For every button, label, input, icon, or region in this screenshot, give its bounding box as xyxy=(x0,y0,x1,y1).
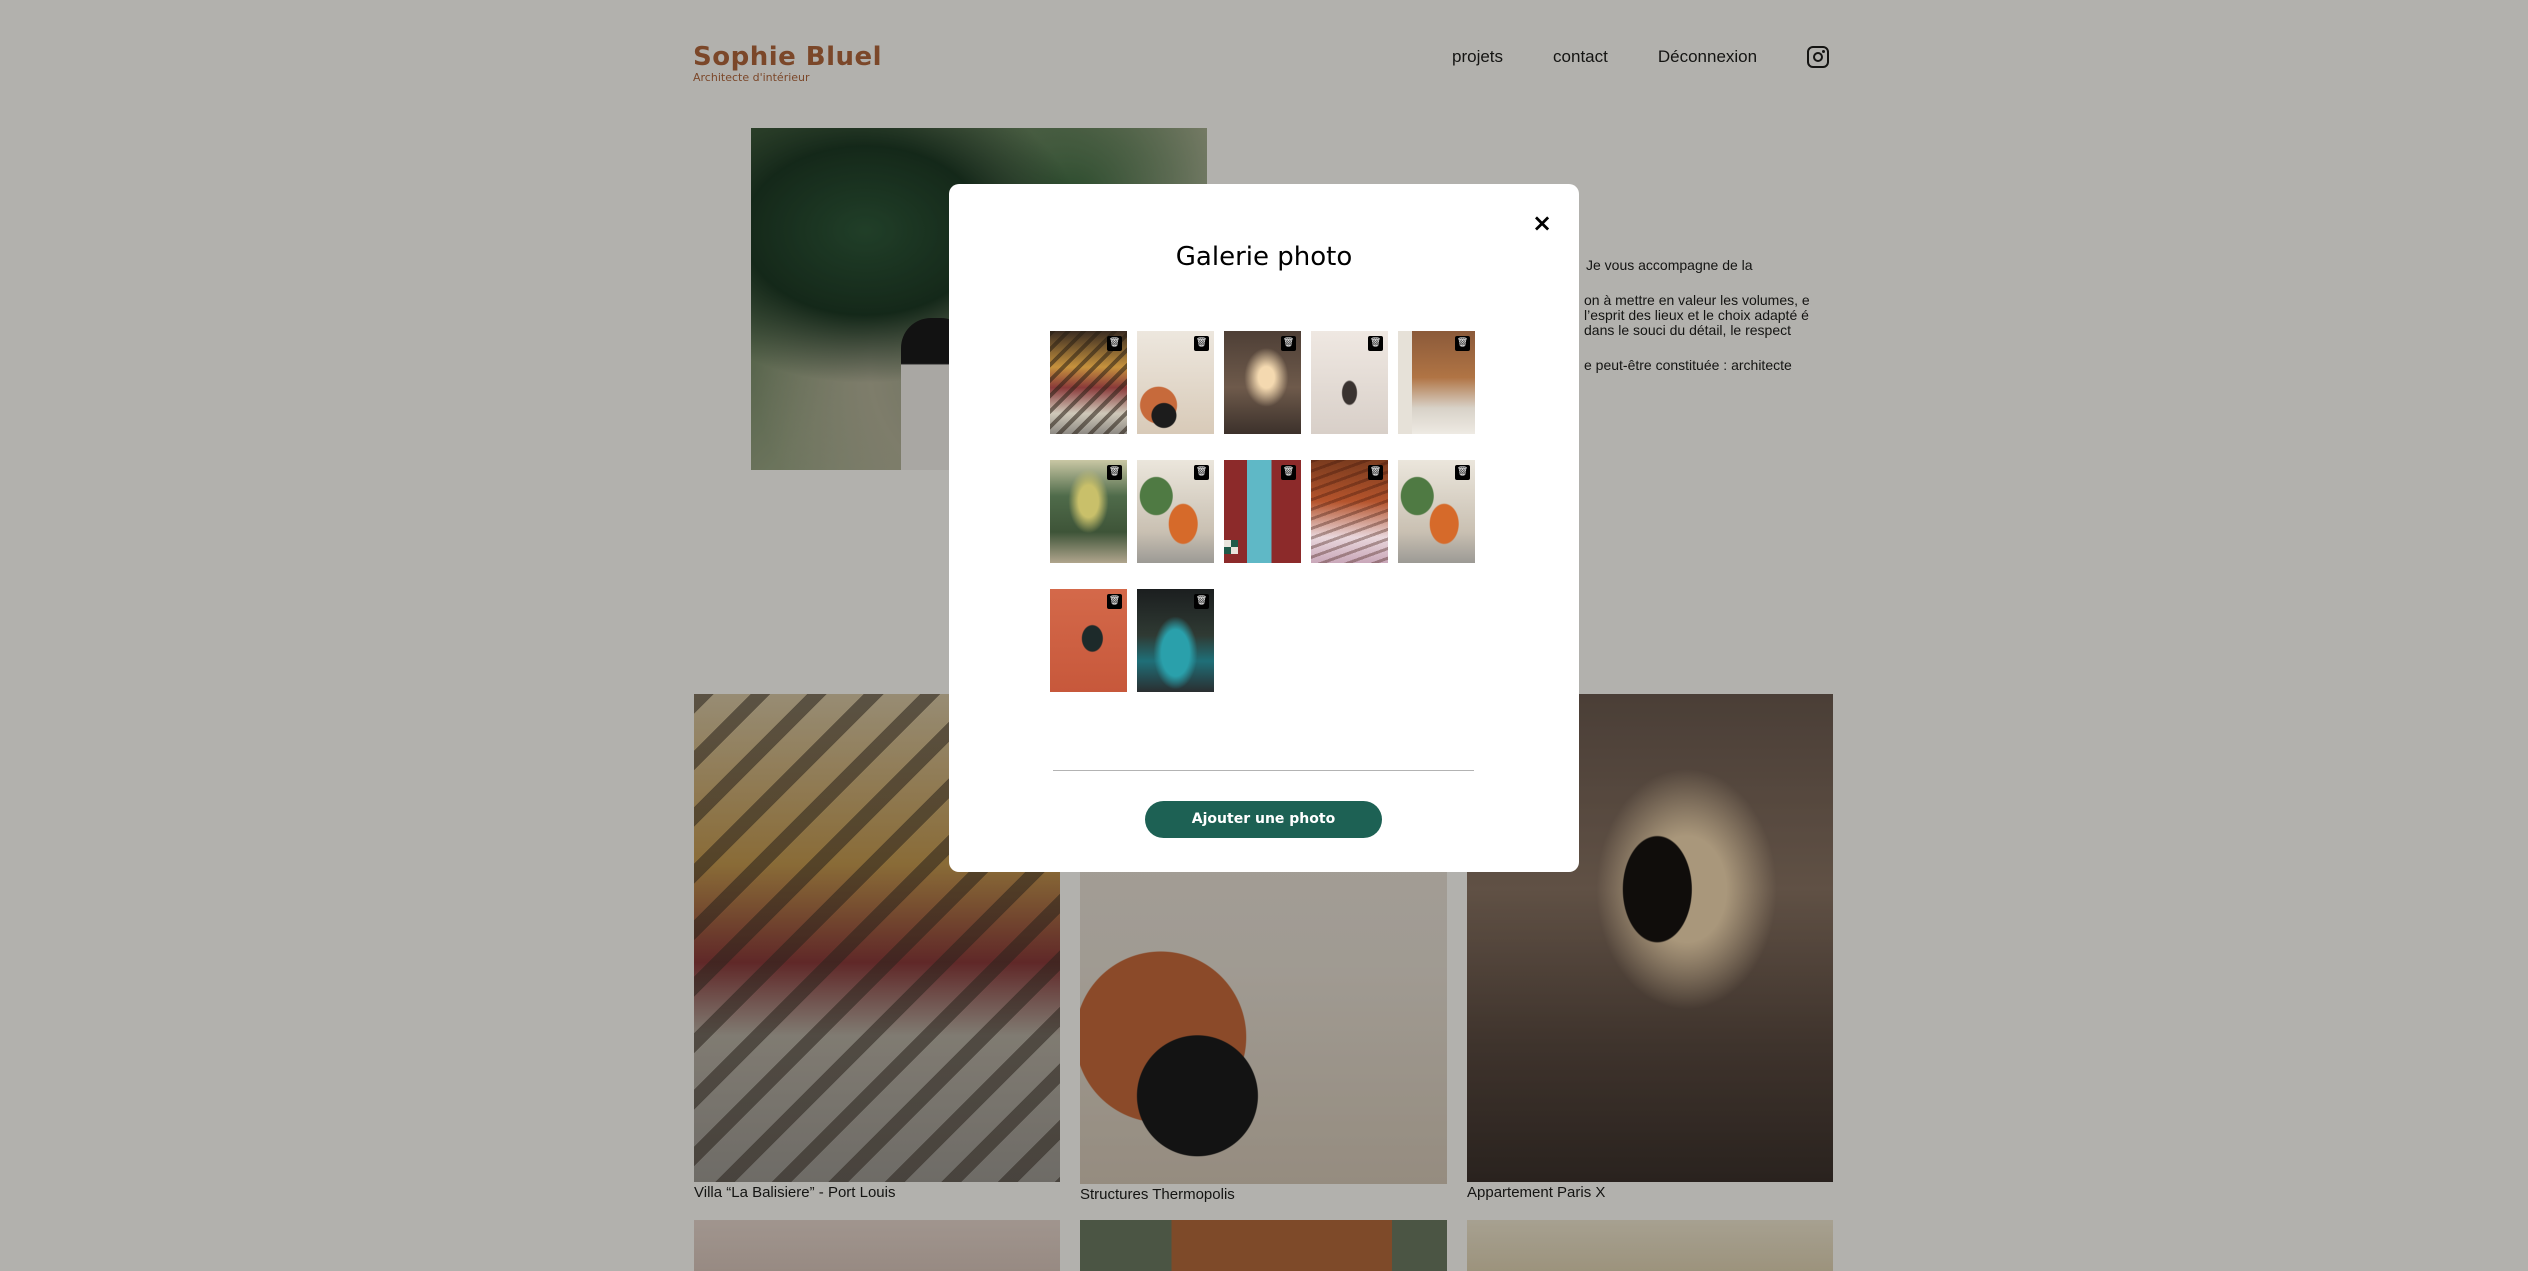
gallery-thumbnail: 🗑 xyxy=(1398,331,1475,434)
trash-icon[interactable]: 🗑 xyxy=(1194,594,1209,609)
trash-icon[interactable]: 🗑 xyxy=(1455,336,1470,351)
trash-icon[interactable]: 🗑 xyxy=(1281,336,1296,351)
trash-icon[interactable]: 🗑 xyxy=(1368,336,1383,351)
gallery-thumbnail: 🗑 xyxy=(1311,460,1388,563)
add-photo-button[interactable]: Ajouter une photo xyxy=(1145,801,1382,838)
gallery-thumbnail: 🗑 xyxy=(1137,460,1214,563)
trash-icon[interactable]: 🗑 xyxy=(1368,465,1383,480)
gallery-modal: × Galerie photo 🗑 🗑 🗑 🗑 🗑 🗑 🗑 🗑 🗑 🗑 🗑 🗑 … xyxy=(949,184,1579,872)
modal-title: Galerie photo xyxy=(1175,242,1353,272)
gallery-thumbnail: 🗑 xyxy=(1050,331,1127,434)
close-icon[interactable]: × xyxy=(1530,211,1554,235)
trash-icon[interactable]: 🗑 xyxy=(1107,465,1122,480)
gallery-thumbnail: 🗑 xyxy=(1050,589,1127,692)
trash-icon[interactable]: 🗑 xyxy=(1107,594,1122,609)
gallery-thumbnail: 🗑 xyxy=(1137,331,1214,434)
trash-icon[interactable]: 🗑 xyxy=(1281,465,1296,480)
gallery-thumbnail: 🗑 xyxy=(1137,589,1214,692)
gallery-thumbnail: 🗑 xyxy=(1398,460,1475,563)
gallery-thumbnail: 🗑 xyxy=(1311,331,1388,434)
trash-icon[interactable]: 🗑 xyxy=(1194,465,1209,480)
gallery-thumbnail: 🗑 xyxy=(1224,331,1301,434)
gallery-thumbnail: 🗑 xyxy=(1050,460,1127,563)
trash-icon[interactable]: 🗑 xyxy=(1455,465,1470,480)
trash-icon[interactable]: 🗑 xyxy=(1107,336,1122,351)
trash-icon[interactable]: 🗑 xyxy=(1194,336,1209,351)
modal-divider xyxy=(1053,770,1474,771)
page: Sophie Bluel Architecte d'intérieur proj… xyxy=(0,0,2528,1271)
gallery-thumbnail: 🗑 xyxy=(1224,460,1301,563)
